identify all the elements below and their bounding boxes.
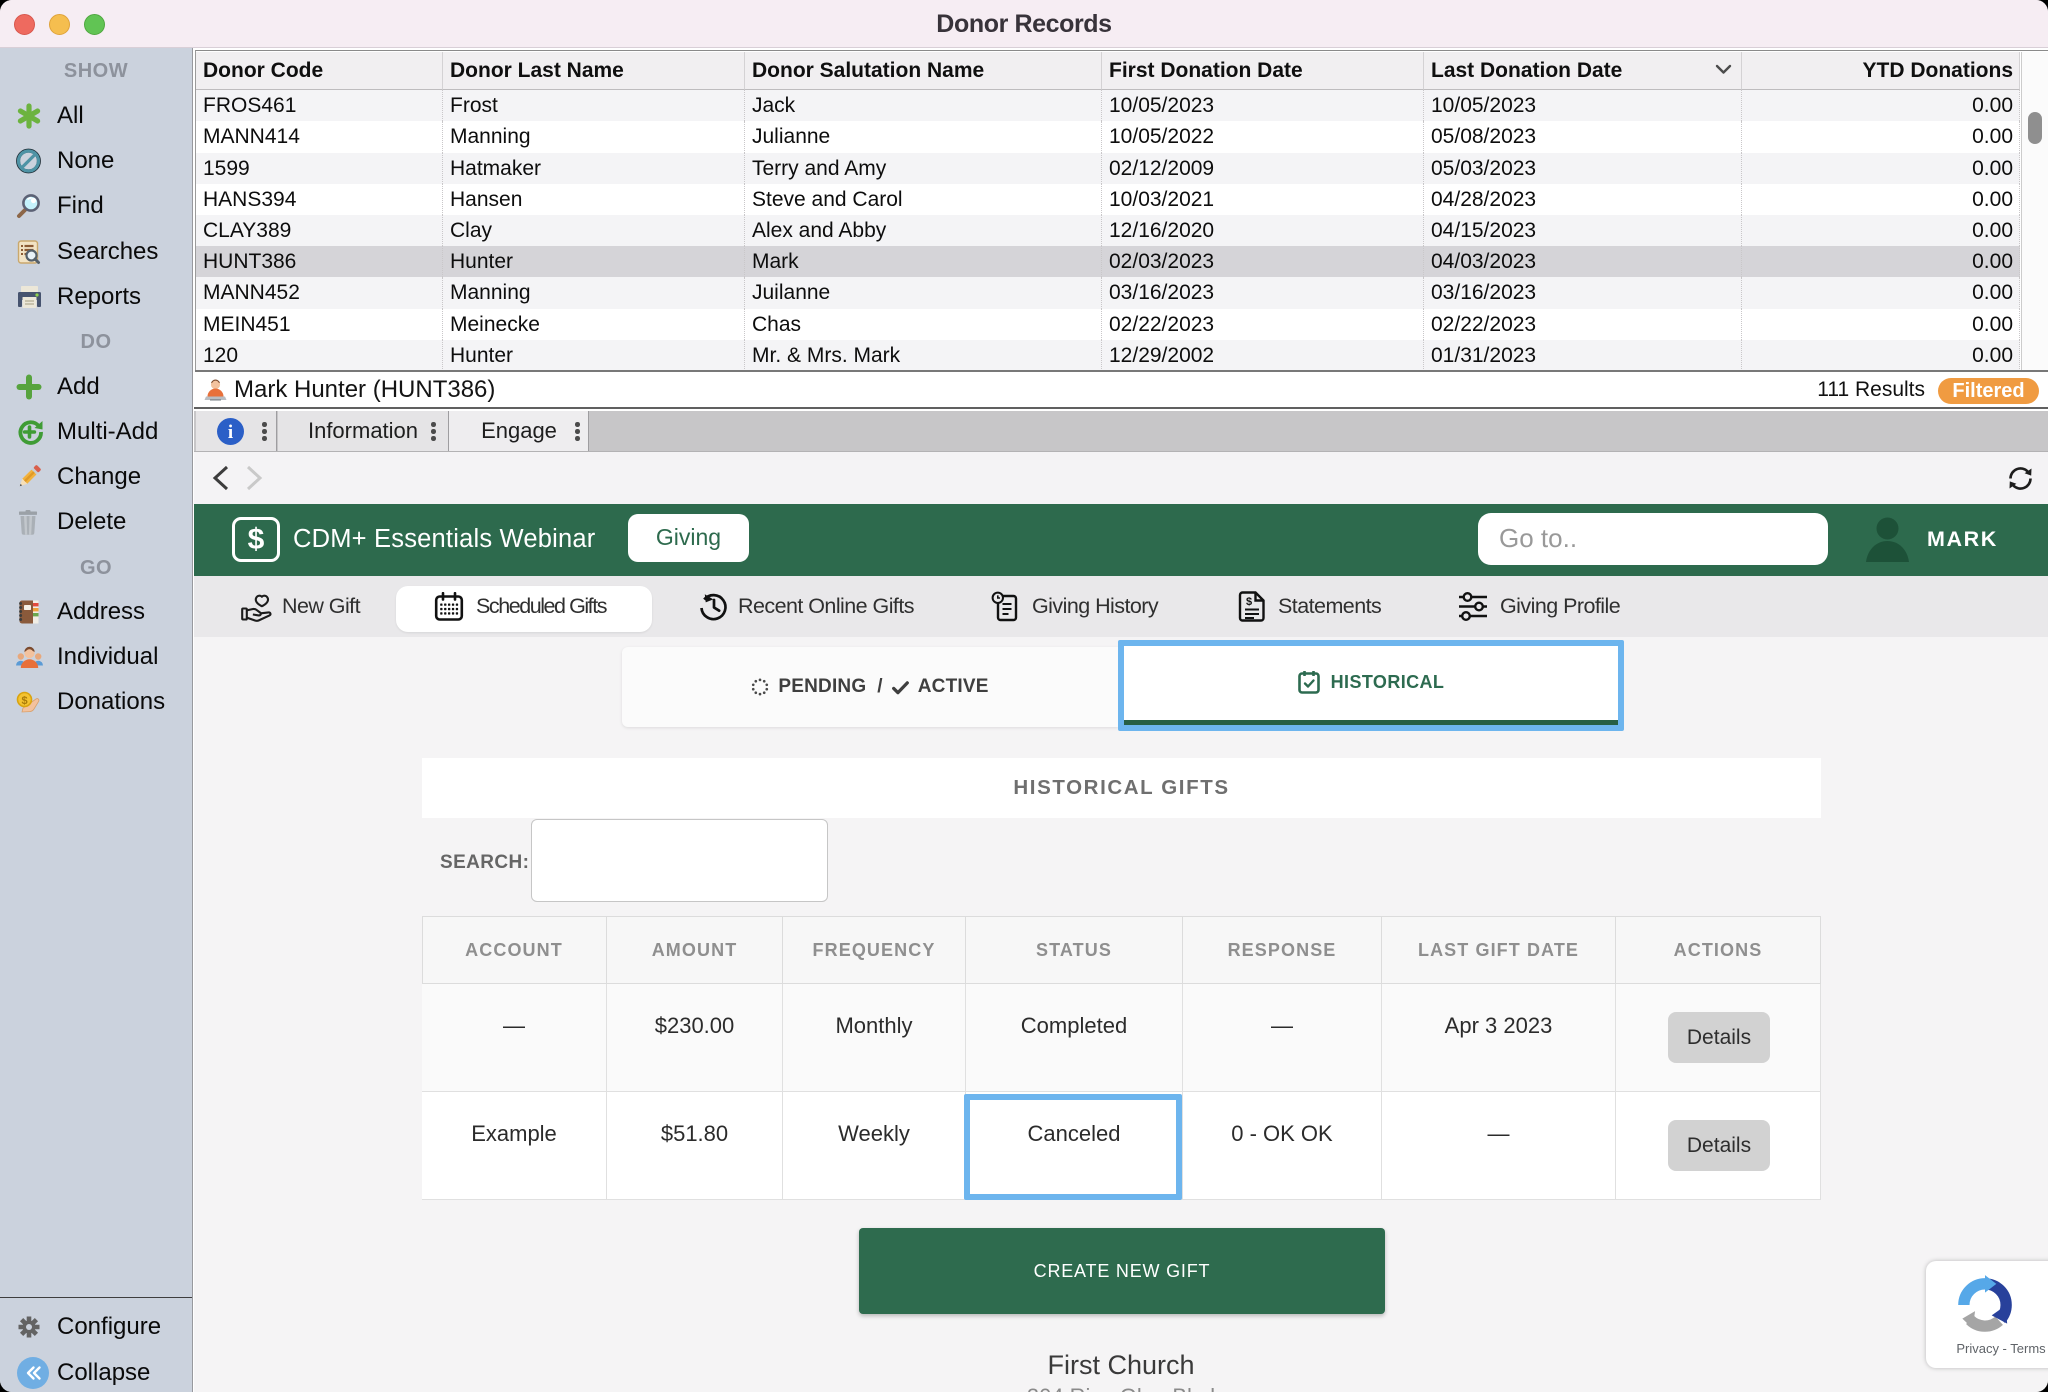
- svg-text:$: $: [21, 695, 27, 707]
- svg-text:$: $: [1246, 596, 1252, 608]
- svg-text:i: i: [228, 422, 233, 443]
